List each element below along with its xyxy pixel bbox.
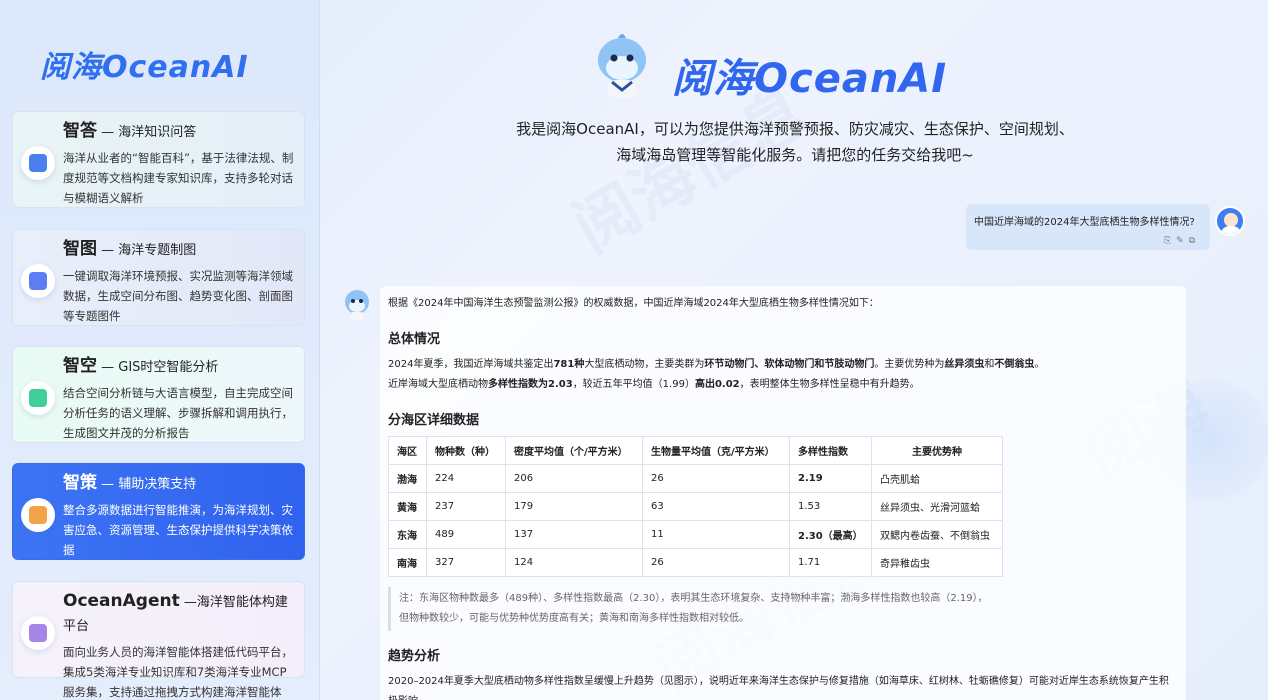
trend-paragraph: 2020–2024年夏季大型底栖动物多样性指数呈缓慢上升趋势（见图示），说明近年… [388,676,1169,700]
overall-paragraph-1: 2024年夏季，我国近岸海域共鉴定出781种大型底栖动物，主要类群为环节动物门、… [388,359,1045,370]
analysis-icon [21,381,55,415]
decision-icon [21,498,55,532]
section-heading-table: 分海区详细数据 [388,413,480,428]
user-message-bubble: 中国近岸海域的2024年大型底栖生物多样性情况? ⎘✎⧉ [966,204,1210,250]
table-header: 多样性指数 [789,436,872,465]
table-header: 生物量平均值（克/平方米） [642,436,790,465]
table-row: 南海 327 124 26 1.71 奇异稚齿虫 [388,548,1003,577]
feature-card-oceanagent[interactable]: OceanAgent —海洋智能体构建平台 面向业务人员的海洋智能体搭建低代码平… [12,581,305,699]
card-description: 面向业务人员的海洋智能体搭建低代码平台，集成5类海洋专业知识库和7类海洋专业MC… [63,645,293,699]
feature-card-zhikong[interactable]: 智空 — GIS时空智能分析 结合空间分析链与大语言模型，自主完成空间分析任务的… [12,346,305,443]
question-answer-icon [21,146,55,180]
card-title: 智答 — 海洋知识问答 [63,121,197,141]
card-title: 智图 — 海洋专题制图 [63,239,197,259]
bot-avatar-icon [345,290,369,320]
section-heading-overall: 总体情况 [388,332,441,347]
map-icon [21,264,55,298]
card-title: OceanAgent —海洋智能体构建平台 [63,591,288,634]
table-header: 海区 [388,436,427,465]
message-actions[interactable]: ⎘✎⧉ [1164,236,1200,246]
sidebar: 阅海OceanAI 智答 — 海洋知识问答 海洋从业者的“智能百科”，基于法律法… [0,0,320,700]
card-description: 海洋从业者的“智能百科”，基于法律法规、制度规范等文档构建专家知识库，支持多轮对… [63,151,294,205]
table-header: 物种数（种） [426,436,506,465]
assistant-answer: 根据《2024年中国海洋生态预警监测公报》的权威数据，中国近岸海域2024年大型… [380,286,1186,700]
section-heading-trend: 趋势分析 [388,649,441,664]
dolphin-mascot-icon [598,34,646,98]
feature-card-zhice[interactable]: 智策 — 辅助决策支持 整合多源数据进行智能推演，为海洋规划、灾害应急、资源管理… [12,463,305,560]
hero-title: 阅海OceanAI [672,56,948,102]
sea-area-data-table: 海区 物种数（种） 密度平均值（个/平方米） 生物量平均值（克/平方米） 多样性… [388,436,1003,577]
intro-text: 我是阅海OceanAI，可以为您提供海洋预警预报、防灾减灾、生态保护、空间规划、… [516,120,1074,164]
brand-logo: 阅海OceanAI [40,50,249,85]
feature-card-zhitu[interactable]: 智图 — 海洋专题制图 一键调取海洋环境预报、实况监测等海洋领域数据，生成空间分… [12,229,305,326]
feature-card-zhida[interactable]: 智答 — 海洋知识问答 海洋从业者的“智能百科”，基于法律法规、制度规范等文档构… [12,111,305,208]
table-header-row: 海区 物种数（种） 密度平均值（个/平方米） 生物量平均值（克/平方米） 多样性… [388,436,1003,465]
table-header: 主要优势种 [871,436,1003,465]
card-description: 整合多源数据进行智能推演，为海洋规划、灾害应急、资源管理、生态保护提供科学决策依… [63,503,293,557]
card-title: 智策 — 辅助决策支持 [63,473,197,493]
agent-icon [21,616,55,650]
table-row: 东海 489 137 11 2.30（最高） 双鳃内卷齿蚕、不倒翁虫 [388,520,1003,549]
table-header: 密度平均值（个/平方米） [505,436,643,465]
user-message-text: 中国近岸海域的2024年大型底栖生物多样性情况? [974,217,1195,228]
table-note: 注：东海区物种数最多（489种）、多样性指数最高（2.30），表明其生态环境复杂… [388,587,998,631]
card-title: 智空 — GIS时空智能分析 [63,356,219,376]
user-avatar [1215,206,1245,236]
table-row: 渤海 224 206 26 2.19 凸壳肌蛤 [388,464,1003,493]
table-row: 黄海 237 179 63 1.53 丝异须虫、光滑河篮蛤 [388,492,1003,521]
card-description: 一键调取海洋环境预报、实况监测等海洋领域数据，生成空间分布图、趋势变化图、剖面图… [63,269,293,323]
card-description: 结合空间分析链与大语言模型，自主完成空间分析任务的语义理解、步骤拆解和调用执行，… [63,386,293,440]
answer-lead: 根据《2024年中国海洋生态预警监测公报》的权威数据，中国近岸海域2024年大型… [388,298,879,309]
overall-paragraph-2: 近岸海域大型底栖动物多样性指数为2.03，较近五年平均值（1.99）高出0.02… [388,379,920,390]
